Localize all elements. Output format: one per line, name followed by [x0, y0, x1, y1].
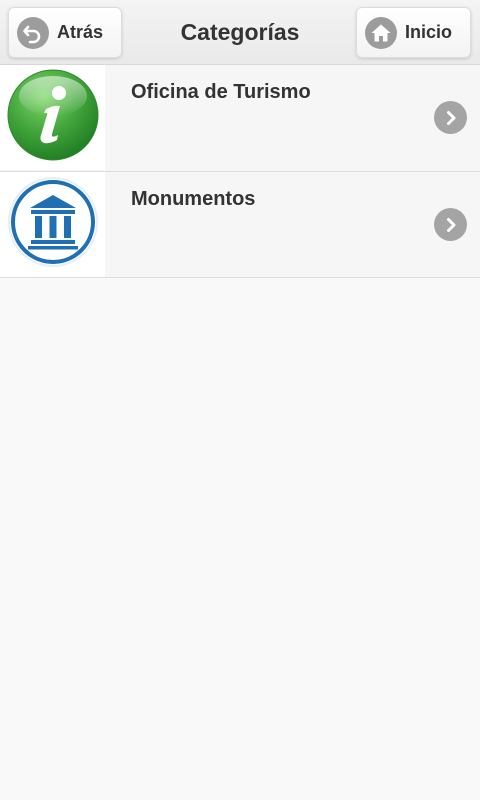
item-label: Oficina de Turismo: [131, 81, 311, 103]
back-arrow-icon: [17, 16, 49, 49]
monument-icon: [6, 175, 100, 274]
header-bar: Atrás Categorías Inicio: [0, 0, 480, 65]
back-button[interactable]: Atrás: [8, 7, 122, 58]
home-icon: [365, 16, 397, 49]
page-title: Categorías: [180, 19, 300, 45]
info-icon: [6, 68, 100, 167]
category-list: Oficina de Turismo Monumentos: [0, 65, 480, 278]
home-button-label: Inicio: [405, 22, 453, 42]
thumbnail: [0, 172, 105, 277]
item-label: Monumentos: [131, 188, 256, 210]
thumbnail: [0, 65, 105, 170]
list-item-oficina-turismo[interactable]: Oficina de Turismo: [0, 65, 480, 172]
list-item-monumentos[interactable]: Monumentos: [0, 172, 480, 278]
home-button[interactable]: Inicio: [356, 7, 471, 58]
chevron-right-icon: [434, 208, 467, 241]
chevron-right-icon: [434, 101, 467, 134]
back-button-label: Atrás: [57, 22, 104, 42]
